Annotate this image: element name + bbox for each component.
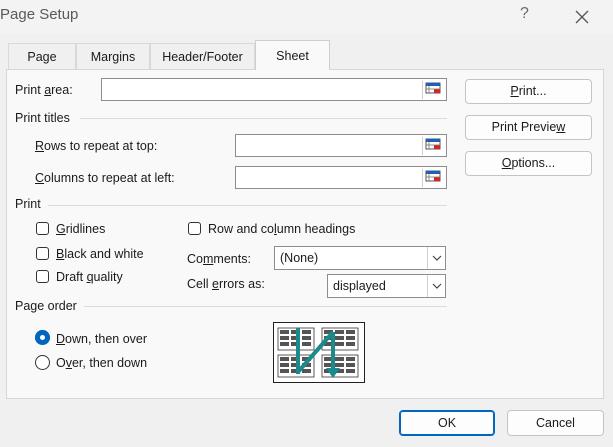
over-then-down-label: Over, then down — [56, 356, 148, 370]
divider — [84, 306, 447, 307]
rows-to-repeat-label: Rows to repeat at top: — [35, 139, 158, 153]
print-heading: Print — [15, 197, 41, 211]
gridlines-checkbox[interactable] — [36, 222, 49, 235]
help-icon[interactable]: ? — [520, 5, 529, 23]
tab-page[interactable]: Page — [8, 43, 76, 69]
gridlines-label: Gridlines — [56, 222, 106, 236]
black-and-white-checkbox[interactable] — [36, 247, 49, 260]
collapse-dialog-button[interactable] — [422, 169, 444, 187]
print-preview-button[interactable]: Print Preview — [465, 115, 592, 140]
range-selector-icon — [425, 170, 441, 182]
page-order-preview-icon — [273, 322, 365, 383]
window-title: Page Setup — [0, 6, 79, 23]
row-column-headings-label: Row and column headings — [208, 222, 356, 236]
ok-button[interactable]: OK — [399, 410, 495, 436]
print-area-input[interactable] — [101, 78, 447, 101]
tab-header-footer[interactable]: Header/Footer — [150, 43, 255, 69]
columns-to-repeat-input[interactable] — [235, 166, 447, 189]
page-order-heading: Page order — [15, 299, 77, 313]
over-then-down-radio[interactable] — [35, 355, 50, 370]
row-column-headings-checkbox[interactable] — [188, 222, 201, 235]
divider — [48, 205, 447, 206]
chevron-down-icon[interactable] — [427, 275, 445, 297]
cancel-button[interactable]: Cancel — [507, 410, 604, 436]
comments-value: (None) — [280, 251, 319, 265]
columns-to-repeat-label: Columns to repeat at left: — [35, 171, 175, 185]
chevron-down-icon[interactable] — [427, 247, 445, 269]
rows-to-repeat-input[interactable] — [235, 134, 447, 157]
draft-quality-checkbox[interactable] — [36, 270, 49, 283]
draft-quality-label: Draft quality — [56, 270, 123, 284]
black-and-white-label: Black and white — [56, 247, 144, 261]
print-titles-heading: Print titles — [15, 111, 70, 125]
close-icon[interactable] — [572, 7, 592, 27]
collapse-dialog-button[interactable] — [422, 81, 444, 99]
title-bar: Page Setup ? — [0, 0, 613, 34]
cell-errors-select[interactable]: displayed — [327, 274, 446, 298]
range-selector-icon — [425, 82, 441, 94]
print-button[interactable]: Print... — [465, 79, 592, 104]
down-then-over-radio[interactable] — [35, 330, 50, 345]
cell-errors-value: displayed — [333, 279, 386, 293]
tab-margins[interactable]: Margins — [76, 43, 150, 69]
comments-label: Comments: — [187, 252, 251, 266]
down-then-over-label: Down, then over — [56, 332, 148, 346]
comments-select[interactable]: (None) — [274, 246, 446, 270]
divider — [80, 118, 447, 119]
cell-errors-label: Cell errors as: — [187, 277, 265, 291]
range-selector-icon — [425, 138, 441, 150]
tab-sheet[interactable]: Sheet — [255, 40, 330, 70]
print-area-label: Print area: — [15, 83, 73, 97]
collapse-dialog-button[interactable] — [422, 137, 444, 155]
options-button[interactable]: Options... — [465, 151, 592, 176]
